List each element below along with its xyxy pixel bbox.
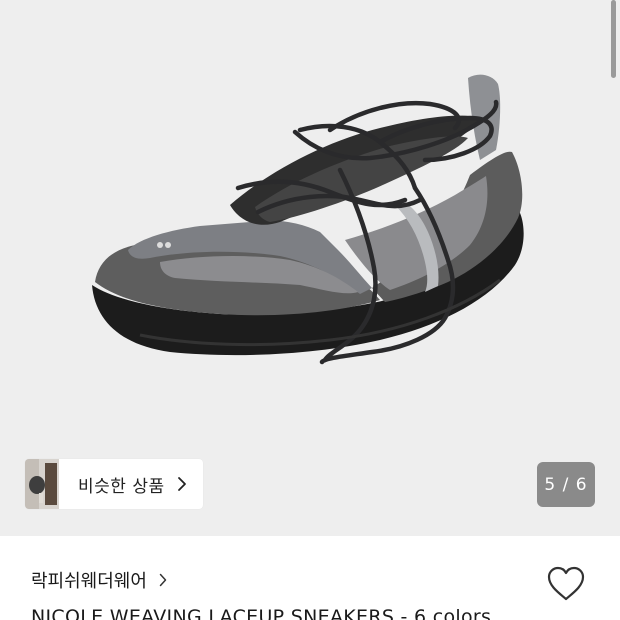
scrollbar[interactable] — [611, 0, 616, 78]
image-page-indicator: 5 / 6 — [537, 462, 595, 507]
chevron-right-icon — [177, 477, 186, 491]
product-title: NICOLE WEAVING LACEUP SNEAKERS - 6 color… — [31, 606, 492, 620]
chevron-right-icon — [159, 573, 167, 587]
similar-products-label: 비슷한 상품 — [78, 476, 165, 497]
shoe-detail-dot — [157, 242, 163, 248]
product-info-section: 락피쉬웨더웨어 NICOLE WEAVING LACEUP SNEAKERS -… — [0, 536, 620, 620]
similar-product-thumbnail — [25, 459, 59, 509]
brand-name: 락피쉬웨더웨어 — [31, 571, 147, 592]
heart-icon[interactable] — [545, 565, 587, 603]
product-image[interactable] — [0, 0, 620, 536]
similar-products-button[interactable]: 비슷한 상품 — [25, 459, 203, 509]
shoe-detail-dot — [165, 242, 171, 248]
product-image-gallery[interactable]: 비슷한 상품 5 / 6 — [0, 0, 620, 536]
product-detail-screen: 비슷한 상품 5 / 6 락피쉬웨더웨어 NICOLE WEAVING LACE… — [0, 0, 620, 620]
brand-link[interactable]: 락피쉬웨더웨어 — [31, 567, 167, 593]
